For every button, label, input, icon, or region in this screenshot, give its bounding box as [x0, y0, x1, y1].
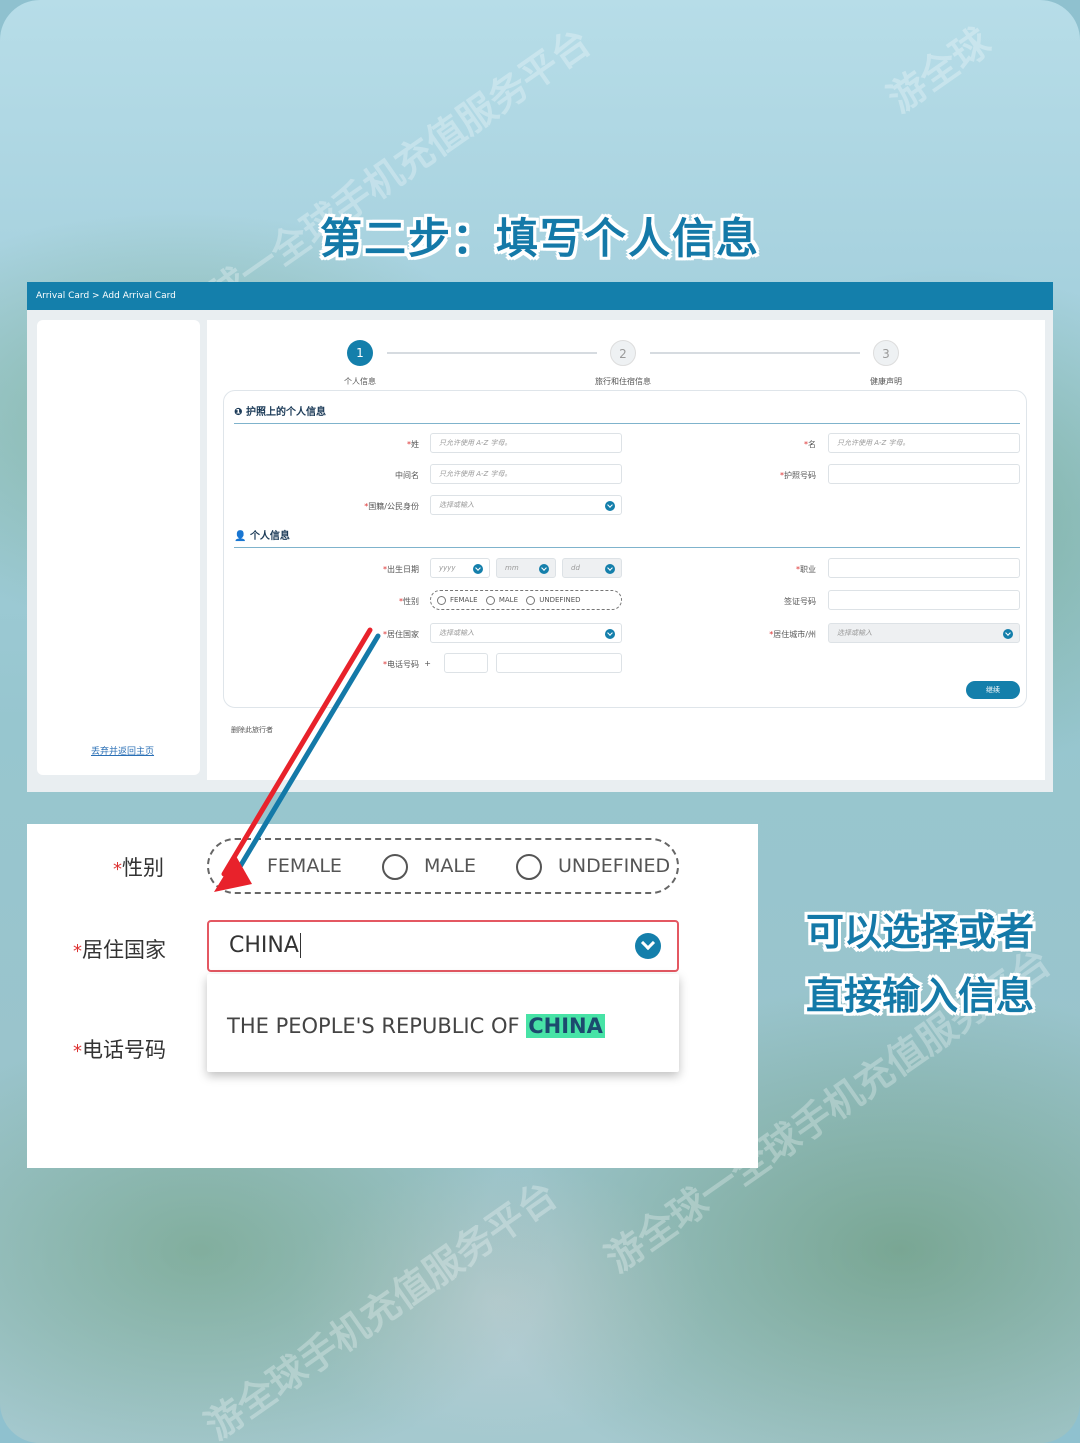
middle-name-input[interactable]: 只允许使用 A-Z 字母。 [430, 464, 622, 484]
radio-undefined[interactable] [526, 595, 536, 605]
nationality-label: *国籍/公民身份 [364, 502, 419, 511]
step-2-label: 旅行和住宿信息 [595, 377, 651, 386]
dob-label: *出生日期 [383, 565, 419, 574]
country-select[interactable]: 选择或输入 [430, 623, 622, 643]
passport-no-input[interactable] [828, 464, 1020, 484]
chevron-down-icon [605, 629, 615, 639]
radio-female[interactable] [437, 595, 446, 605]
phone-plus: + [424, 659, 431, 668]
middle-name-label: 中间名 [395, 471, 419, 480]
female-option-label: FEMALE [267, 855, 342, 877]
dob-month-select[interactable]: mm [496, 558, 556, 578]
visa-no-label: 签证号码 [784, 597, 816, 606]
occupation-input[interactable] [828, 558, 1020, 578]
gender-radio-group: FEMALE MALE UNDEFINED [430, 590, 622, 610]
passport-section-title: ❶ 护照上的个人信息 [234, 403, 326, 418]
passport-no-label: *护照号码 [780, 471, 816, 480]
occupation-label: *职业 [796, 565, 816, 574]
match-highlight: CHINA [526, 1014, 605, 1038]
radio-undefined[interactable] [516, 853, 542, 880]
country-input-value: CHINA [229, 933, 299, 958]
divider [234, 423, 1020, 424]
chevron-down-icon [1003, 629, 1013, 639]
nationality-select[interactable]: 选择或输入 [430, 495, 622, 515]
step-line [650, 352, 860, 354]
step-3-circle[interactable]: 3 [873, 340, 899, 366]
step-2-circle[interactable]: 2 [610, 340, 636, 366]
page-title: 第二步：填写个人信息 [319, 214, 760, 263]
male-option-label: MALE [423, 855, 476, 877]
country-label: *居住国家 [383, 630, 419, 639]
chevron-down-icon [605, 501, 615, 511]
city-select[interactable]: 选择或输入 [828, 623, 1020, 643]
chevron-down-icon [539, 564, 549, 574]
chevron-down-icon[interactable] [635, 933, 661, 959]
step-1-label: 个人信息 [344, 377, 376, 386]
main-panel: 1 个人信息 2 旅行和住宿信息 3 健康声明 ❶ 护照上的个人信息 *姓 只允… [207, 320, 1045, 780]
chevron-down-icon [605, 564, 615, 574]
breadcrumb[interactable]: Arrival Card > Add Arrival Card [27, 282, 1053, 310]
zoom-gender-label: *性别 [113, 856, 164, 880]
country-dropdown-option[interactable]: THE PEOPLE'S REPUBLIC OF CHINA [207, 974, 679, 1072]
visa-no-input[interactable] [828, 590, 1020, 610]
radio-male[interactable] [381, 853, 408, 880]
surname-input[interactable]: 只允许使用 A-Z 字母。 [430, 433, 622, 453]
given-name-input[interactable]: 只允许使用 A-Z 字母。 [828, 433, 1020, 453]
info-icon: ❶ [234, 407, 246, 418]
section-label: 护照上的个人信息 [245, 407, 326, 418]
chevron-down-icon [473, 564, 483, 574]
discard-home-link[interactable]: 丢弃并返回主页 [91, 744, 154, 757]
form-card: ❶ 护照上的个人信息 *姓 只允许使用 A-Z 字母。 *名 只允许使用 A-Z… [223, 390, 1027, 708]
section-label: 个人信息 [249, 531, 290, 542]
undefined-option-label: UNDEFINED [558, 855, 671, 877]
divider [234, 547, 1020, 548]
zoom-gender-radio-group: FEMALE MALE UNDEFINED [207, 838, 679, 894]
dob-year-select[interactable]: yyyy [430, 558, 490, 578]
next-button[interactable]: 继续 [966, 681, 1020, 699]
given-name-label: *名 [804, 440, 816, 449]
gender-label: *性别 [399, 597, 419, 606]
phone-country-code-input[interactable] [444, 653, 488, 673]
phone-number-input[interactable] [496, 653, 622, 673]
remove-traveler-link[interactable]: 删除此旅行者 [231, 725, 273, 735]
user-icon: 👤 [234, 531, 250, 542]
side-note: 可以选择或者 直接输入信息 [805, 910, 1034, 1018]
left-panel: 丢弃并返回主页 [37, 320, 200, 775]
zoomed-screenshot: *性别 FEMALE MALE UNDEFINED *居住国家 CHINA TH… [27, 824, 758, 1168]
stepper: 1 个人信息 2 旅行和住宿信息 3 健康声明 [207, 330, 1045, 390]
surname-label: *姓 [407, 440, 419, 449]
step-3-label: 健康声明 [870, 377, 902, 386]
personal-section-title: 👤 个人信息 [234, 527, 290, 542]
city-label: *居住城市/州 [769, 630, 816, 639]
radio-male[interactable] [485, 595, 495, 605]
zoom-phone-label: *电话号码 [73, 1038, 166, 1062]
dob-day-select[interactable]: dd [562, 558, 622, 578]
zoom-country-label: *居住国家 [73, 938, 166, 962]
step-1-circle[interactable]: 1 [347, 340, 373, 366]
step-line [387, 352, 597, 354]
country-combobox[interactable]: CHINA [207, 920, 679, 972]
form-screenshot: Arrival Card > Add Arrival Card 丢弃并返回主页 … [27, 282, 1053, 792]
